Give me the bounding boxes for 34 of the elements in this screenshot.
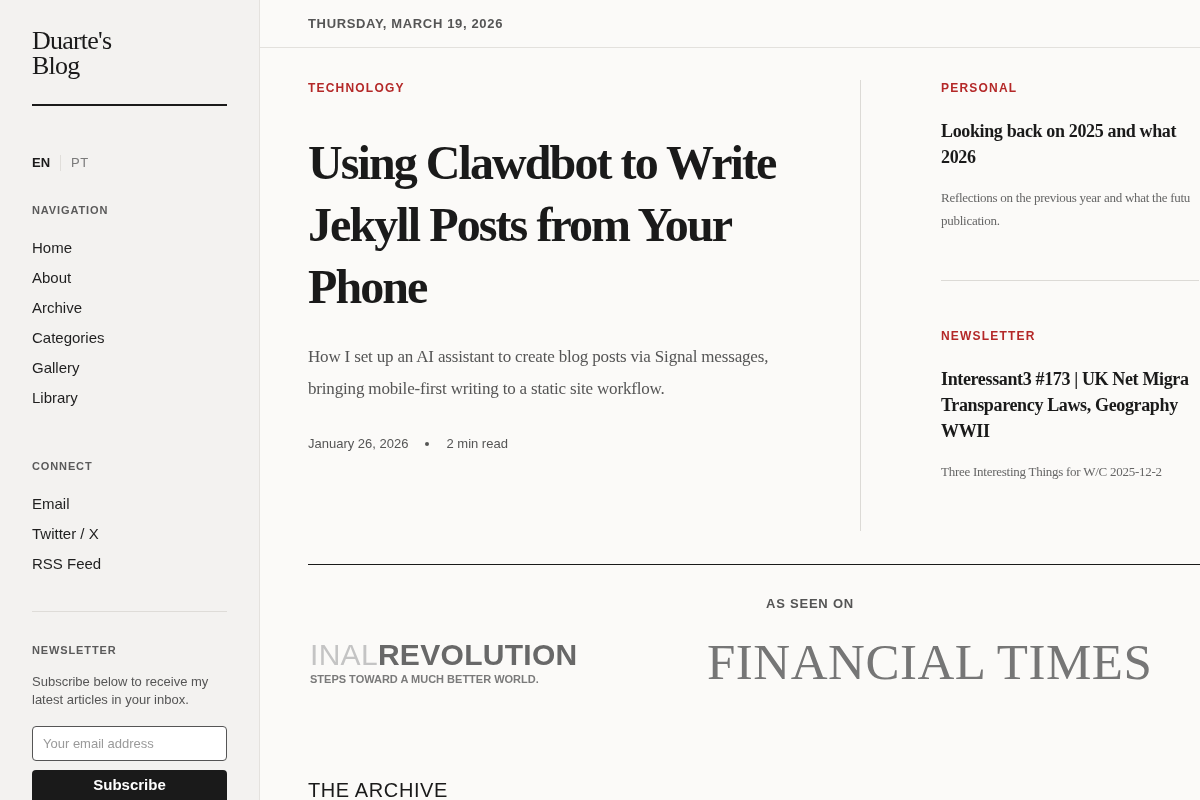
- nav-link[interactable]: About: [32, 263, 72, 293]
- nav-link[interactable]: Gallery: [32, 353, 80, 383]
- logo-tagline: STEPS TOWARD A MUCH BETTER WORLD.: [310, 672, 539, 686]
- category-link[interactable]: TECHNOLOGY: [308, 80, 405, 96]
- section-heading: NEWSLETTER: [32, 643, 117, 658]
- category-link[interactable]: NEWSLETTER: [941, 328, 1036, 344]
- nav-link[interactable]: Archive: [32, 293, 83, 323]
- category-link[interactable]: PERSONAL: [941, 80, 1018, 96]
- logo-wordmark: FINANCIAL TIMES: [707, 636, 1153, 688]
- read-time: 2 min read: [446, 435, 508, 454]
- section-heading: AS SEEN ON: [766, 596, 854, 612]
- post-excerpt: How I set up an AI assistant to create blog posts via Signal messages, bringing mobile-first writing to a static site workflow.: [308, 346, 770, 400]
- nav-link[interactable]: Categories: [32, 323, 105, 353]
- post-title[interactable]: Interessant3 #173 | UK Net Migra Transparency Laws, Geography WWII: [941, 366, 1189, 444]
- section-heading: NAVIGATION: [32, 203, 109, 218]
- email-input-field[interactable]: Your email address: [32, 726, 227, 761]
- newsletter-description: Subscribe below to receive my latest articles in your inbox.: [32, 673, 210, 709]
- post-excerpt: Three Interesting Things for W/C 2025-12-2: [941, 463, 1162, 481]
- date-label: THURSDAY, MARCH 19, 2026: [308, 14, 503, 33]
- nav-link[interactable]: Email: [32, 489, 70, 519]
- nav-link[interactable]: Library: [32, 383, 78, 413]
- post-excerpt: Reflections on the previous year and what the futu publication.: [941, 189, 1191, 230]
- nav-link[interactable]: RSS Feed: [32, 549, 102, 579]
- blog-logo[interactable]: Duarte's Blog: [32, 28, 132, 78]
- section-heading: THE ARCHIVE: [308, 780, 448, 800]
- nav-link[interactable]: Home: [32, 233, 72, 263]
- language-link[interactable]: PT: [71, 155, 89, 171]
- nav-link[interactable]: Twitter / X: [32, 519, 99, 549]
- section-heading: CONNECT: [32, 459, 93, 474]
- post-date: January 26, 2026: [308, 435, 409, 454]
- post-title[interactable]: Looking back on 2025 and what 2026: [941, 118, 1177, 170]
- post-title[interactable]: Using Clawdbot to Write Jekyll Posts from Your Phone: [308, 132, 808, 318]
- subscribe-button[interactable]: Subscribe: [32, 770, 227, 800]
- language-link[interactable]: EN: [32, 155, 51, 171]
